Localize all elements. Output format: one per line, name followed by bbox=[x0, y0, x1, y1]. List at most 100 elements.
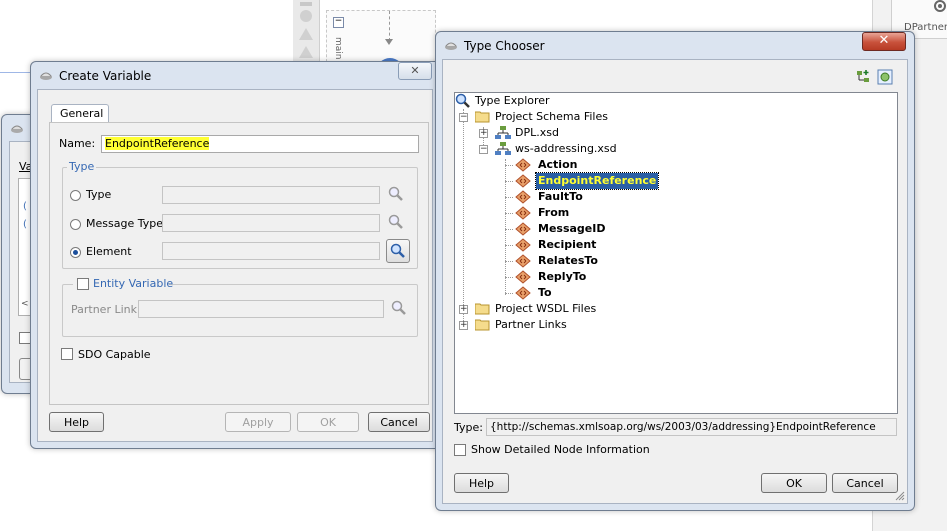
tree-element-label: MessageID bbox=[538, 222, 606, 235]
tree-guide bbox=[505, 229, 513, 230]
element-icon bbox=[515, 158, 531, 172]
tree-guide bbox=[505, 197, 513, 198]
entity-variable-label[interactable]: Entity Variable bbox=[93, 277, 173, 290]
close-button[interactable]: ✕ bbox=[398, 62, 432, 80]
folder-open-icon bbox=[475, 111, 490, 123]
cancel-button[interactable]: Cancel bbox=[832, 473, 898, 493]
ok-button[interactable]: OK bbox=[297, 412, 359, 432]
show-detailed-checkbox[interactable] bbox=[454, 444, 466, 456]
add-schema-icon[interactable] bbox=[855, 69, 871, 85]
message-type-field bbox=[162, 214, 380, 232]
tree-element-label: To bbox=[538, 286, 552, 299]
cancel-button[interactable]: Cancel bbox=[368, 412, 430, 432]
tree-element-label: Action bbox=[538, 158, 578, 171]
collapse-icon[interactable]: − bbox=[479, 145, 488, 154]
element-radio[interactable] bbox=[70, 247, 81, 258]
search-icon bbox=[455, 93, 470, 108]
search-icon bbox=[391, 300, 406, 315]
element-icon bbox=[515, 238, 531, 252]
tree-guide bbox=[505, 181, 513, 182]
element-browse-button[interactable] bbox=[386, 239, 410, 263]
tree-guide bbox=[505, 159, 506, 295]
expand-icon[interactable]: + bbox=[459, 321, 468, 330]
tree-element-label-selected: EndpointReference bbox=[534, 172, 660, 190]
tree-guide bbox=[463, 109, 464, 327]
type-field bbox=[162, 186, 380, 204]
create-variable-content: General Name: EndpointReference Type Typ… bbox=[37, 89, 433, 442]
tree-node-label: Partner Links bbox=[495, 318, 567, 331]
name-input-value: EndpointReference bbox=[105, 137, 210, 150]
type-group-label: Type bbox=[67, 160, 97, 173]
folder-icon bbox=[475, 303, 490, 315]
message-type-radio-label[interactable]: Message Type bbox=[86, 217, 163, 230]
tree-node-label: DPL.xsd bbox=[515, 126, 559, 139]
tree-guide bbox=[505, 277, 513, 278]
name-input[interactable]: EndpointReference bbox=[101, 135, 419, 153]
entity-variable-checkbox[interactable] bbox=[77, 278, 89, 290]
expand-icon[interactable]: + bbox=[479, 129, 488, 138]
search-icon bbox=[388, 214, 403, 229]
element-icon bbox=[515, 190, 531, 204]
tree-element-label: Recipient bbox=[538, 238, 597, 251]
element-radio-label[interactable]: Element bbox=[86, 245, 132, 258]
gear-icon bbox=[934, 0, 946, 12]
type-chooser-dialog: Type Chooser ✕ Type Explorer − Project S… bbox=[435, 31, 915, 511]
type-label: Type: bbox=[454, 421, 483, 434]
show-detailed-label[interactable]: Show Detailed Node Information bbox=[471, 443, 650, 456]
tree-node-label: ws-addressing.xsd bbox=[515, 142, 617, 155]
name-label: Name: bbox=[59, 137, 96, 150]
tree-guide bbox=[505, 293, 513, 294]
expand-icon[interactable]: + bbox=[459, 305, 468, 314]
tree-root-label: Type Explorer bbox=[475, 94, 550, 107]
flow-arrow-icon bbox=[389, 11, 391, 41]
sdo-capable-checkbox[interactable] bbox=[61, 348, 73, 360]
dialog-cup-icon bbox=[11, 125, 23, 133]
create-variable-dialog: Create Variable ✕ General Name: Endpoint… bbox=[30, 61, 442, 449]
element-icon bbox=[515, 270, 531, 284]
schema-file-icon bbox=[495, 126, 511, 139]
element-field[interactable] bbox=[162, 242, 380, 260]
entity-variable-legend: Entity Variable bbox=[73, 277, 173, 291]
tab-general-label: General bbox=[60, 107, 104, 120]
tree-element-label: RelatesTo bbox=[538, 254, 598, 267]
tree-node-label: Project WSDL Files bbox=[495, 302, 597, 315]
collapse-icon[interactable]: − bbox=[333, 17, 344, 28]
flow-arrowhead-icon bbox=[385, 39, 393, 45]
apply-button[interactable]: Apply bbox=[225, 412, 291, 432]
dialog-cup-icon bbox=[40, 72, 52, 80]
dialog-cup-icon bbox=[445, 42, 457, 50]
type-value-field: {http://schemas.xmlsoap.org/ws/2003/03/a… bbox=[486, 418, 897, 436]
import-schema-icon[interactable] bbox=[877, 69, 893, 85]
element-icon bbox=[515, 174, 531, 188]
search-icon bbox=[390, 243, 405, 258]
tree-node-label: Project Schema Files bbox=[495, 110, 608, 123]
tree-element-label: FaultTo bbox=[538, 190, 583, 203]
partner-link-label: Partner Link: bbox=[71, 303, 141, 316]
element-icon bbox=[515, 206, 531, 220]
message-type-radio[interactable] bbox=[70, 219, 81, 230]
tree-element-label: ReplyTo bbox=[538, 270, 587, 283]
dialog-title: Create Variable bbox=[59, 69, 152, 83]
ok-button[interactable]: OK bbox=[761, 473, 827, 493]
tree-guide bbox=[505, 245, 513, 246]
tree-guide bbox=[505, 213, 513, 214]
help-button[interactable]: Help bbox=[49, 412, 104, 432]
scope-label: main bbox=[333, 37, 343, 60]
schema-file-icon bbox=[495, 142, 511, 155]
element-icon bbox=[515, 286, 531, 300]
resize-grip-icon[interactable] bbox=[895, 491, 905, 501]
search-icon bbox=[388, 186, 403, 201]
help-button[interactable]: Help bbox=[454, 473, 509, 493]
close-button[interactable]: ✕ bbox=[862, 32, 906, 51]
palette-shapes-icon bbox=[299, 2, 313, 58]
collapse-icon[interactable]: − bbox=[459, 113, 468, 122]
scroll-left-arrow-icon[interactable]: < bbox=[21, 299, 29, 309]
dialog-title: Type Chooser bbox=[464, 39, 545, 53]
type-radio[interactable] bbox=[70, 190, 81, 201]
partner-link-field bbox=[138, 300, 384, 318]
sdo-capable-label[interactable]: SDO Capable bbox=[78, 348, 151, 361]
tab-general[interactable]: General bbox=[51, 104, 109, 123]
type-explorer-tree[interactable]: Type Explorer − Project Schema Files + D… bbox=[454, 92, 898, 414]
type-radio-label[interactable]: Type bbox=[86, 188, 111, 201]
tree-element-label: From bbox=[538, 206, 570, 219]
